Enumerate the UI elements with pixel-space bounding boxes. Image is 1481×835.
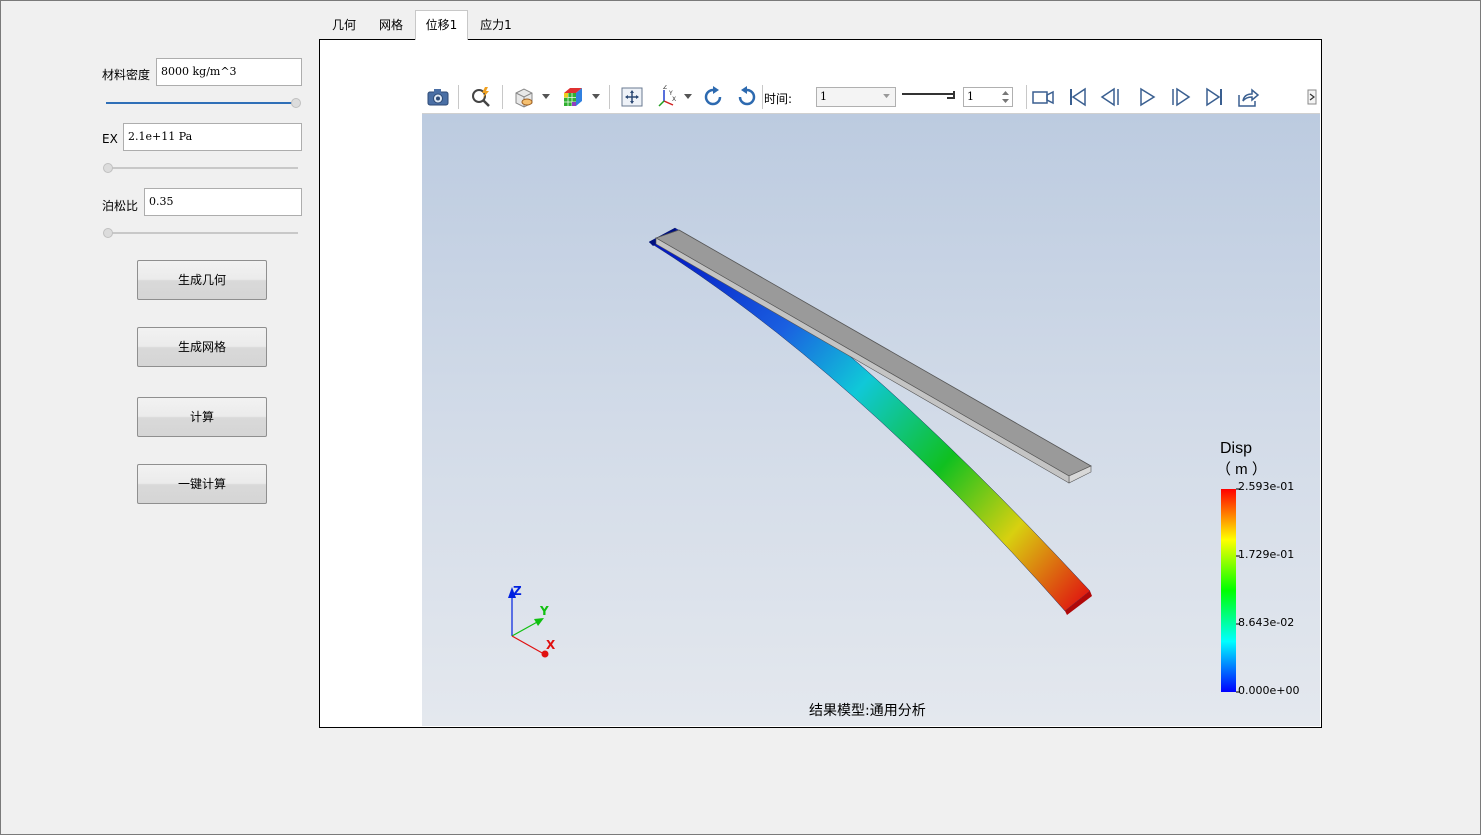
density-slider-handle[interactable] <box>291 98 301 108</box>
generate-mesh-button[interactable]: 生成网格 <box>137 327 267 367</box>
axis-triad: Z Y X <box>508 584 556 658</box>
toolbar-separator <box>609 85 610 109</box>
chevron-down-icon[interactable] <box>592 94 600 100</box>
poisson-slider-handle[interactable] <box>103 228 113 238</box>
beam-model: Z Y X <box>508 227 1240 693</box>
ex-field[interactable]: 2.1e+11 Pa <box>123 123 302 151</box>
export-icon[interactable] <box>1236 85 1260 109</box>
rotate-cw-icon[interactable] <box>701 85 725 109</box>
next-frame-icon[interactable] <box>1168 85 1192 109</box>
collapse-icon[interactable] <box>1307 89 1317 105</box>
result-model-caption: 结果模型:通用分析 <box>809 703 926 719</box>
axes-icon[interactable]: Z Y X <box>655 85 679 109</box>
density-slider-fill <box>106 102 292 104</box>
colormap-cube-icon[interactable] <box>561 85 585 109</box>
legend-label: 1.729e-01 <box>1238 548 1295 561</box>
density-field[interactable]: 8000 kg/m^3 <box>156 58 302 86</box>
rotate-ccw-icon[interactable] <box>735 85 759 109</box>
zoom-icon[interactable] <box>469 85 493 109</box>
generate-geometry-button[interactable]: 生成几何 <box>137 260 267 300</box>
first-frame-icon[interactable] <box>1066 85 1090 109</box>
poisson-label: 泊松比 <box>102 199 139 213</box>
prev-frame-icon[interactable] <box>1099 85 1123 109</box>
chevron-down-icon[interactable] <box>684 94 692 100</box>
toolbar-separator <box>1026 85 1027 109</box>
ex-label: EX <box>102 132 118 146</box>
z-axis-label: Z <box>513 584 522 598</box>
fit-view-icon[interactable] <box>620 85 644 109</box>
display-mode-icon[interactable] <box>512 85 536 109</box>
svg-text:Z: Z <box>663 85 667 91</box>
one-click-compute-button[interactable]: 一键计算 <box>137 464 267 504</box>
time-slider-handle[interactable] <box>947 91 955 99</box>
spin-arrows-icon[interactable] <box>1002 90 1009 104</box>
toolbar-separator <box>458 85 459 109</box>
x-axis-label: X <box>546 638 556 652</box>
legend-label-max: 2.593e-01 <box>1238 480 1295 493</box>
svg-text:X: X <box>672 96 676 103</box>
poisson-slider[interactable] <box>106 232 298 234</box>
y-axis-label: Y <box>539 604 549 618</box>
play-icon[interactable] <box>1135 85 1159 109</box>
density-label: 材料密度 <box>102 68 151 82</box>
tab-displacement[interactable]: 位移1 <box>415 10 468 40</box>
last-frame-icon[interactable] <box>1202 85 1226 109</box>
legend-unit: （ m ） <box>1216 461 1267 478</box>
toolbar-separator <box>762 85 763 109</box>
tab-geometry[interactable]: 几何 <box>323 11 365 39</box>
record-icon[interactable] <box>1031 85 1055 109</box>
legend-label-min: 0.000e+00 <box>1238 684 1300 697</box>
legend-colorbar <box>1221 489 1236 692</box>
chevron-down-icon[interactable] <box>883 94 890 99</box>
chevron-down-icon[interactable] <box>542 94 550 100</box>
tab-mesh[interactable]: 网格 <box>369 11 413 39</box>
viewer-toolbar: Z Y X 时间: 1 1 <box>422 81 1320 114</box>
poisson-field[interactable]: 0.35 <box>144 188 302 216</box>
toolbar-separator <box>502 85 503 109</box>
camera-icon[interactable] <box>426 85 450 109</box>
legend-label: 8.643e-02 <box>1238 616 1295 629</box>
compute-button[interactable]: 计算 <box>137 397 267 437</box>
tab-stress[interactable]: 应力1 <box>471 11 521 39</box>
ex-slider[interactable] <box>106 167 298 169</box>
ex-slider-handle[interactable] <box>103 163 113 173</box>
result-viewport[interactable]: Z Y X Disp （ m ） 2.593e-01 1.729e-01 8.6… <box>422 114 1320 726</box>
time-label: 时间: <box>764 92 793 106</box>
legend-title: Disp <box>1220 440 1253 457</box>
